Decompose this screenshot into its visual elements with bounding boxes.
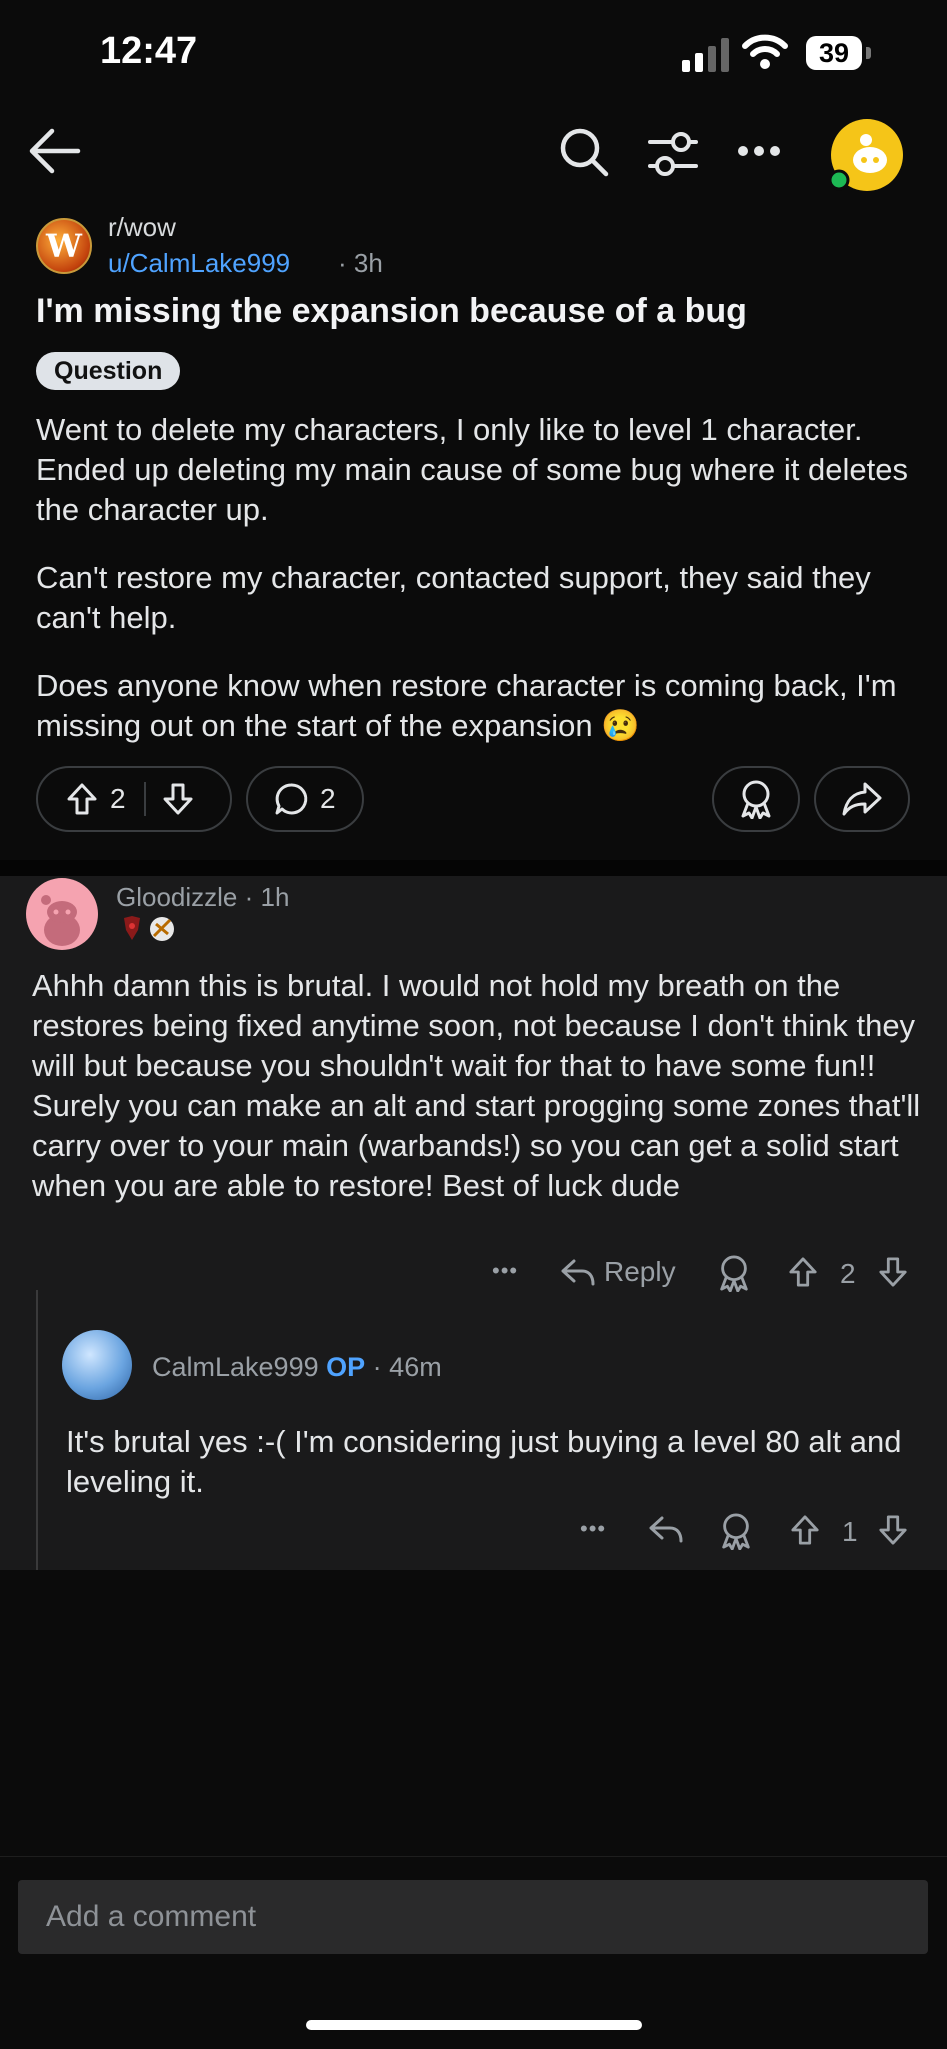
sort-filter-icon[interactable]	[646, 130, 700, 178]
commenter-avatar[interactable]	[62, 1330, 132, 1400]
section-divider	[0, 860, 947, 876]
thread-line[interactable]	[36, 1290, 38, 1570]
comment-author[interactable]: CalmLake999	[152, 1352, 319, 1382]
post-paragraph: Can't restore my character, contacted su…	[36, 560, 871, 635]
reply-arrow-icon	[561, 1259, 595, 1286]
battery-level: 39	[806, 36, 862, 70]
comment-header: Gloodizzle · 1h	[116, 882, 289, 913]
subreddit-icon[interactable]: W	[36, 218, 92, 274]
wifi-icon	[742, 34, 788, 69]
comment-more-options[interactable]: •••	[492, 1258, 518, 1284]
comment-age: 46m	[389, 1352, 442, 1382]
comment-header: CalmLake999 OP · 46m	[152, 1352, 442, 1383]
downvote-icon[interactable]	[162, 782, 194, 816]
award-icon[interactable]	[718, 1512, 754, 1550]
upvote-icon[interactable]	[788, 1256, 818, 1288]
post-paragraph: Does anyone know when restore character …	[36, 668, 897, 743]
downvote-icon[interactable]	[878, 1514, 908, 1546]
search-icon[interactable]	[558, 126, 610, 178]
reply-label: Reply	[604, 1256, 676, 1287]
award-icon[interactable]	[716, 1254, 752, 1292]
meta-separator: ·	[372, 1352, 382, 1382]
comment-vote-count: 1	[842, 1516, 858, 1547]
add-comment-input[interactable]	[18, 1880, 928, 1954]
more-options-icon[interactable]	[736, 144, 782, 158]
comment-body: Ahhh damn this is brutal. I would not ho…	[32, 968, 921, 1203]
meta-separator: ·	[338, 248, 347, 278]
comments-button[interactable]: 2	[246, 766, 364, 832]
upvote-icon[interactable]	[66, 782, 98, 816]
comment-author[interactable]: Gloodizzle	[116, 882, 237, 912]
post-paragraph: Went to delete my characters, I only lik…	[36, 412, 908, 527]
comment-body: It's brutal yes :-( I'm considering just…	[66, 1424, 902, 1499]
share-button[interactable]	[814, 766, 910, 832]
post-age: 3h	[353, 248, 383, 278]
post-vote-count: 2	[110, 783, 126, 814]
award-icon	[741, 780, 771, 819]
comment-more-options[interactable]: •••	[580, 1516, 606, 1542]
reply-arrow-icon[interactable]	[648, 1514, 684, 1544]
subreddit-name[interactable]: r/wow	[108, 212, 176, 243]
post-meta: · 3h	[338, 248, 383, 279]
commenter-avatar[interactable]	[26, 878, 98, 950]
share-arrow-icon	[842, 782, 882, 816]
upvote-icon[interactable]	[790, 1514, 820, 1546]
back-arrow-icon[interactable]	[26, 126, 82, 176]
post-flair[interactable]: Question	[36, 352, 181, 390]
post-body: Went to delete my characters, I only lik…	[36, 410, 916, 774]
status-time: 12:47	[100, 30, 198, 72]
downvote-icon[interactable]	[878, 1256, 908, 1288]
battery-indicator: 39	[806, 36, 872, 74]
crying-emoji: 😢	[601, 708, 640, 743]
post-title: I'm missing the expansion because of a b…	[36, 292, 747, 330]
comment-bubble-icon	[275, 783, 308, 815]
snoo-avatar-icon	[828, 119, 903, 191]
post-vote-bar: 2	[36, 766, 232, 832]
user-avatar[interactable]	[828, 118, 904, 192]
cellular-signal-icon	[682, 38, 729, 72]
award-button[interactable]	[712, 766, 800, 832]
comment-count: 2	[320, 783, 336, 814]
home-indicator[interactable]	[306, 2020, 642, 2030]
comment-vote-count: 2	[840, 1258, 856, 1289]
comment-age: 1h	[260, 882, 290, 912]
op-badge: OP	[326, 1352, 366, 1382]
post-author[interactable]: u/CalmLake999	[108, 248, 290, 279]
reply-button[interactable]: Reply	[560, 1256, 676, 1288]
meta-separator: ·	[244, 882, 254, 912]
user-flair-icons	[124, 916, 174, 941]
snoo-avatar-icon	[41, 895, 80, 946]
